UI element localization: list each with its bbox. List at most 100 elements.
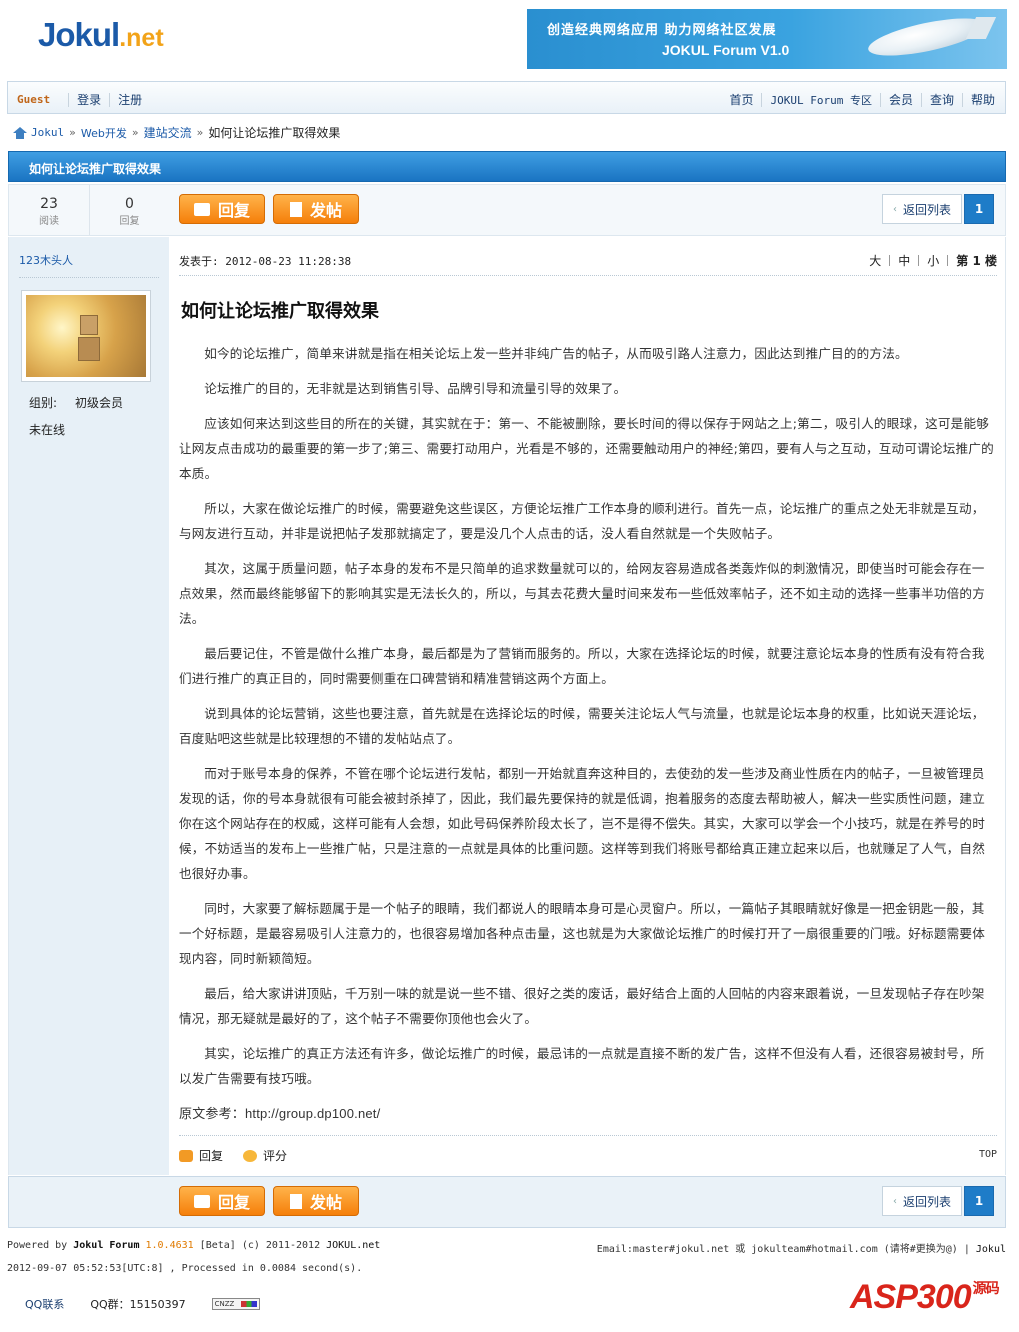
speech-bubble-icon <box>193 202 210 216</box>
page-number-button[interactable]: 1 <box>964 194 994 224</box>
thread-toolbar-top: 23 阅读 0 回复 回复 发帖 ‹ 返回列表 1 <box>8 184 1006 236</box>
document-icon <box>289 201 302 217</box>
font-big-link[interactable]: 大 <box>869 252 881 269</box>
breadcrumb-separator: » <box>196 126 204 139</box>
login-link[interactable]: 登录 <box>77 91 101 108</box>
avatar[interactable] <box>21 290 151 382</box>
footer-links: QQ联系 QQ群：15150397 CNZZ <box>25 1296 260 1312</box>
post-paragraph: 最后，给大家讲讲顶贴，千万别一味的就是说一些不错、很好之类的废话，最好结合上面的… <box>179 986 985 1026</box>
footer-powered: Powered by Jokul Forum 1.0.4631 [Beta] (… <box>7 1240 380 1251</box>
reply-button-label: 回复 <box>217 1193 250 1212</box>
replies-count: 0 <box>125 196 134 212</box>
product-version: 1.0.4631 <box>139 1240 194 1251</box>
reply-icon <box>179 1149 193 1162</box>
post-body: 如今的论坛推广，简单来讲就是指在相关论坛上发一些并非纯广告的帖子，从而吸引路人注… <box>179 341 997 1136</box>
logo-suffix: .net <box>119 24 164 52</box>
group-label: 组别: <box>29 396 58 410</box>
copyright-text: [Beta] (c) 2011-2012 <box>193 1240 327 1251</box>
post-paragraph: 说到具体的论坛营销，这些也要注意，首先就是在选择论坛的时候，需要关注论坛人气与流… <box>179 706 985 746</box>
nav-members[interactable]: 会员 <box>889 91 913 108</box>
back-to-list-button[interactable]: ‹ 返回列表 <box>882 1186 962 1216</box>
post-reply-link[interactable]: 回复 <box>199 1147 223 1164</box>
banner-product: JOKUL Forum V1.0 <box>662 42 790 58</box>
rate-icon <box>243 1149 258 1162</box>
font-small-link[interactable]: 小 <box>927 252 939 269</box>
post-paragraph: 论坛推广的目的，无非就是达到销售引导、品牌引导和流量引导的效果了。 <box>204 381 627 396</box>
banner-slogan: 创造经典网络应用 助力网络社区发展 <box>547 23 777 38</box>
chevron-left-icon: ‹ <box>892 203 897 215</box>
font-mid-link[interactable]: 中 <box>898 252 910 269</box>
post-actions: 回复 评分 <box>179 1147 287 1164</box>
speech-bubble-icon <box>193 1194 210 1208</box>
post-paragraph: 最后要记住，不管是做什么推广本身，最后都是为了营销而服务的。所以，大家在选择论坛… <box>179 646 985 686</box>
post-heading: 如何让论坛推广取得效果 <box>181 301 379 322</box>
page-number-button[interactable]: 1 <box>964 1186 994 1216</box>
powered-label: Powered by <box>7 1240 74 1251</box>
back-to-list-label: 返回列表 <box>902 1194 951 1209</box>
nav-divider <box>879 92 881 107</box>
reply-button-label: 回复 <box>217 201 250 220</box>
qq-group: QQ群：15150397 <box>90 1298 186 1311</box>
jokul-link[interactable]: Jokul <box>976 1244 1006 1255</box>
replies-stat: 0 回复 <box>89 185 169 235</box>
post-paragraph: 所以，大家在做论坛推广的时候，需要避免这些误区，方便论坛推广工作本身的顺利进行。… <box>179 501 985 541</box>
views-count: 23 <box>40 196 58 212</box>
breadcrumb-site-building[interactable]: 建站交流 <box>144 124 192 141</box>
breadcrumb-home[interactable]: Jokul <box>31 126 64 139</box>
header-banner[interactable]: 创造经典网络应用 助力网络社区发展 JOKUL Forum V1.0 <box>527 9 1007 69</box>
home-icon <box>13 126 27 139</box>
nav-forum-zone[interactable]: JOKUL Forum 专区 <box>770 92 871 108</box>
font-size-switcher: 大 中 小 第 1 楼 <box>869 252 997 269</box>
breadcrumb: Jokul » Web开发 » 建站交流 » 如何让论坛推广取得效果 <box>13 124 340 141</box>
author-group: 组别: 初级会员 <box>29 394 123 411</box>
size-divider <box>947 255 949 266</box>
thread-title: 如何让论坛推广取得效果 <box>29 162 162 176</box>
floor-number: 第 1 楼 <box>956 254 997 268</box>
nav-divider <box>961 92 963 107</box>
site-link[interactable]: JOKUL.net <box>326 1240 380 1251</box>
top-navbar: Guest 登录 注册 首页 JOKUL Forum 专区 会员 查询 帮助 <box>7 81 1006 114</box>
avatar-image <box>26 295 146 377</box>
new-post-button[interactable]: 发帖 <box>273 194 359 224</box>
nav-divider <box>761 92 763 107</box>
robot-body-icon <box>78 337 100 361</box>
cnzz-badge[interactable]: CNZZ <box>211 1298 260 1310</box>
post-paragraph: 应该如何来达到这些目的所在的关键，其实就在于：第一、不能被删除，要长时间的得以保… <box>179 416 994 481</box>
post-container: 123木头人 组别: 初级会员 未在线 发表于: 2012-08-23 11:28… <box>8 237 1006 1175</box>
post-footer-divider <box>179 1135 997 1136</box>
new-post-button-label: 发帖 <box>309 201 342 220</box>
size-divider <box>889 255 891 266</box>
thread-stats: 23 阅读 0 回复 <box>9 185 169 235</box>
processed-info: 2012-09-07 05:52:53[UTC:8] , Processed i… <box>7 1263 363 1274</box>
contact-email: Email:master#jokul.net 或 jokulteam#hotma… <box>596 1244 976 1255</box>
watermark-text: ASP300 <box>850 1278 972 1316</box>
nav-search[interactable]: 查询 <box>930 91 954 108</box>
breadcrumb-web-dev[interactable]: Web开发 <box>81 125 127 141</box>
watermark-logo: ASP300 源码 <box>850 1278 1000 1317</box>
reply-button[interactable]: 回复 <box>179 194 265 224</box>
back-to-top-link[interactable]: TOP <box>979 1149 997 1160</box>
register-link[interactable]: 注册 <box>118 91 142 108</box>
footer-contact: Email:master#jokul.net 或 jokulteam#hotma… <box>597 1240 1006 1255</box>
nav-home[interactable]: 首页 <box>729 91 753 108</box>
replies-label: 回复 <box>119 216 140 227</box>
watermark-cn: 源码 <box>972 1280 1000 1296</box>
breadcrumb-separator: » <box>131 126 139 139</box>
breadcrumb-separator: » <box>69 126 76 139</box>
views-label: 阅读 <box>39 216 59 227</box>
product-name: Jokul Forum <box>73 1240 140 1251</box>
new-post-button[interactable]: 发帖 <box>273 1186 359 1216</box>
reply-button[interactable]: 回复 <box>179 1186 265 1216</box>
robot-head-icon <box>80 315 98 335</box>
post-rate-link[interactable]: 评分 <box>263 1147 287 1164</box>
nav-help[interactable]: 帮助 <box>971 91 995 108</box>
qq-contact-link[interactable]: QQ联系 <box>25 1296 64 1312</box>
site-logo[interactable]: Jokul.net <box>38 16 164 54</box>
nav-divider <box>68 92 70 107</box>
post-paragraph: 其实，论坛推广的真正方法还有许多，做论坛推广的时候，最忌讳的一点就是直接不断的发… <box>179 1046 985 1086</box>
back-to-list-button[interactable]: ‹ 返回列表 <box>882 194 962 224</box>
new-post-button-label: 发帖 <box>309 1193 342 1212</box>
author-name[interactable]: 123木头人 <box>19 252 73 268</box>
sidebar-divider <box>19 277 159 278</box>
post-paragraph: 如今的论坛推广，简单来讲就是指在相关论坛上发一些并非纯广告的帖子，从而吸引路人注… <box>204 346 908 361</box>
